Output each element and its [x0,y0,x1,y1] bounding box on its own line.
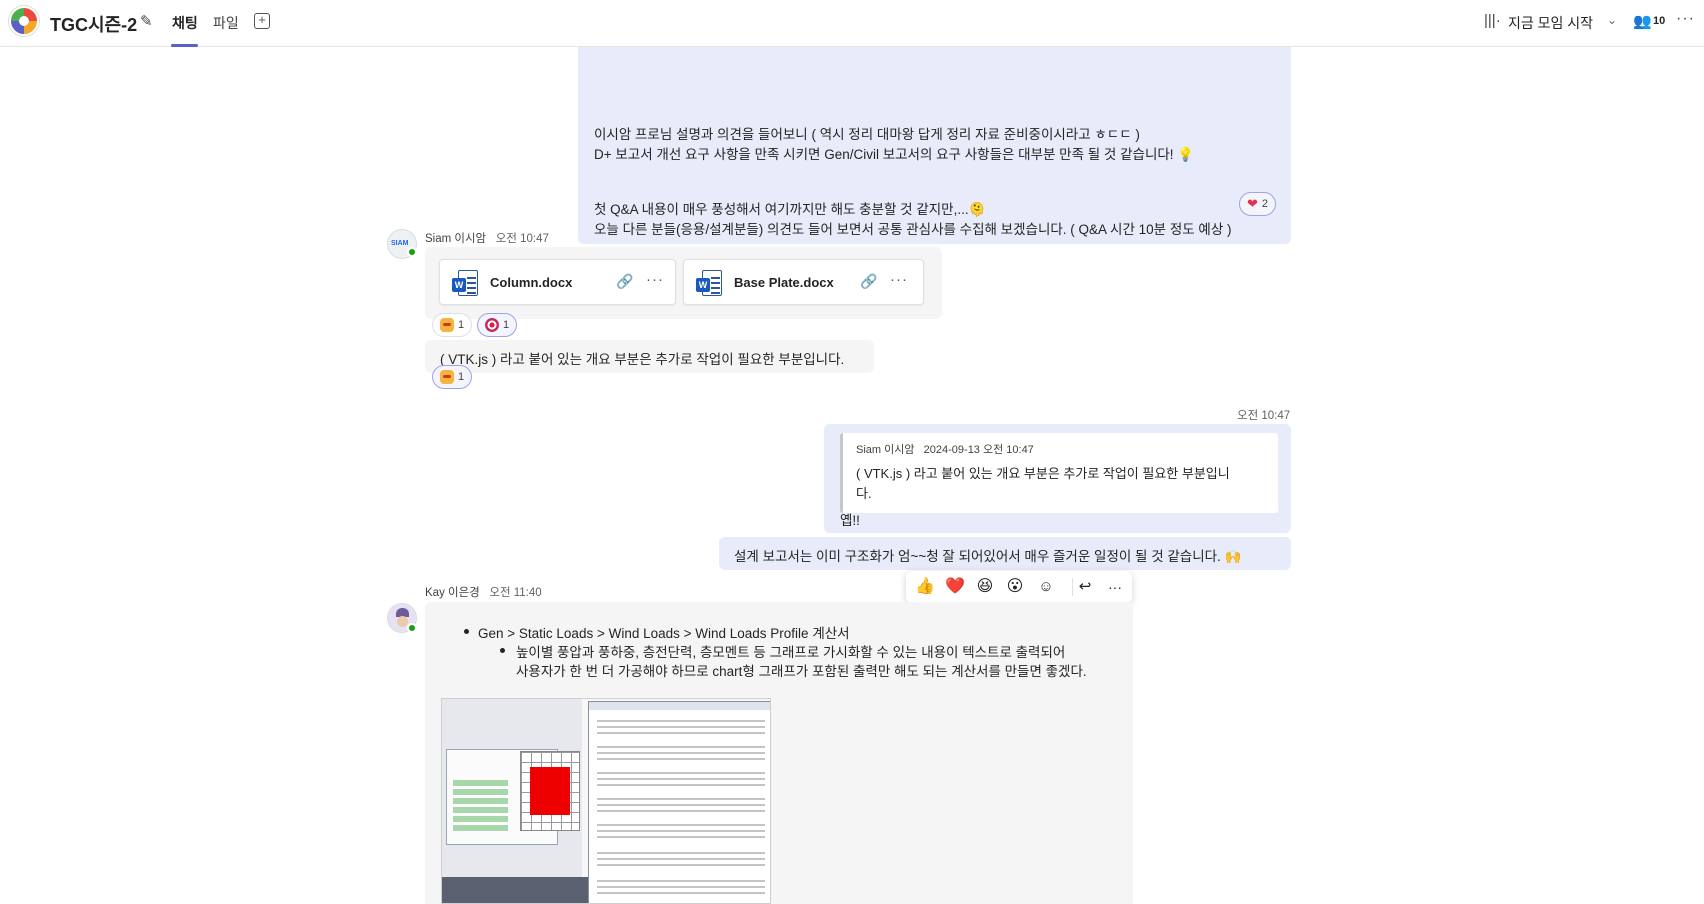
link-icon[interactable]: 🔗 [860,273,877,290]
surprised-reaction-button[interactable]: 😮 [1004,576,1026,598]
reaction-cat[interactable]: 1 [432,365,473,389]
file-card[interactable]: W Base Plate.docx 🔗 ··· [683,259,924,305]
link-icon[interactable]: 🔗 [616,273,633,290]
bullet-point [464,629,469,634]
channel-header: TGC시즌-2 ✎ 채팅 파일 + |||· 지금 모임 시작 ⌄ 👥 10 ·… [0,0,1704,47]
thumbs-up-reaction-button[interactable]: 👍 [914,576,936,598]
participants-icon[interactable]: 👥 [1633,12,1652,30]
participants-count[interactable]: 10 [1653,15,1665,27]
message-bubble-self[interactable]: 설계 보고서는 이미 구조화가 엄~~청 잘 되어있어서 매우 즐거운 일정이 … [719,537,1291,570]
heart-icon: ❤ [1247,196,1258,211]
heart-reaction-button[interactable]: ❤️ [944,576,966,598]
quote-text: ( VTK.js ) 라고 붙어 있는 개요 부분은 추가로 작업이 필요한 부… [856,466,1230,481]
chat-pane: 이시암 프로님 설명과 의견을 들어보니 ( 역시 정리 대마왕 답게 정리 자… [0,47,1704,904]
message-line: 이시암 프로님 설명과 의견을 들어보니 ( 역시 정리 대마왕 답게 정리 자… [594,127,1140,142]
file-name[interactable]: Base Plate.docx [734,275,834,290]
screenshot-bottom-bar [442,877,588,903]
message-meta: Siam 이시암 오전 10:47 [425,230,549,246]
presence-available-icon [407,623,417,633]
channel-title[interactable]: TGC시즌-2 [50,11,137,37]
timestamp: 오전 10:47 [495,233,549,245]
list-item: 높이별 풍압과 풍하중, 층전단력, 층모멘트 등 그래프로 가시화할 수 있는… [516,645,1066,660]
message-line: 첫 Q&A 내용이 매우 풍성해서 여기까지만 해도 충분할 것 같지만,...… [594,202,986,217]
meet-now-icon[interactable]: |||· [1484,12,1501,29]
more-options-icon[interactable]: ··· [1676,10,1695,28]
message-meta: Kay 이은경 오전 11:40 [425,584,542,600]
reaction-count: 1 [503,319,510,331]
author-name[interactable]: Siam 이시암 [425,233,486,245]
word-icon: W [696,270,722,296]
quote-text: 다. [856,486,872,501]
bullet-point [500,648,505,653]
add-reaction-icon[interactable]: ☺ [1035,576,1057,598]
message-text: ( VTK.js ) 라고 붙어 있는 개요 부분은 추가로 작업이 필요한 부… [440,352,845,367]
tab-chat[interactable]: 채팅 [172,13,198,33]
list-item-continuation: 사용자가 한 번 더 가공해야 하므로 chart형 그래프가 포함된 출력만 … [516,664,1087,679]
reaction-count: 1 [458,371,465,383]
more-icon[interactable]: ··· [1104,576,1126,598]
presence-available-icon [407,247,417,257]
reaction-count: 2 [1261,198,1269,210]
message-bubble[interactable]: W Column.docx 🔗 ··· W Base Plate.docx 🔗 … [425,247,942,319]
laugh-reaction-button[interactable]: 😆 [974,576,996,598]
reaction-target[interactable]: 1 [477,313,518,337]
word-icon: W [452,270,478,296]
quote-author: Siam 이시암 [856,444,915,456]
quote-meta: Siam 이시암 2024-09-13 오전 10:47 [856,441,1034,457]
file-name[interactable]: Column.docx [490,275,572,290]
timestamp: 오전 11:40 [489,587,542,599]
message-bubble-self[interactable]: 이시암 프로님 설명과 의견을 들어보니 ( 역시 정리 대마왕 답게 정리 자… [578,47,1291,244]
reaction-heart[interactable]: ❤ 2 [1239,192,1277,216]
list-item: Gen > Static Loads > Wind Loads > Wind L… [478,626,850,641]
reaction-cat[interactable]: 1 [432,313,473,337]
toolbar-divider [1072,578,1073,596]
tab-files[interactable]: 파일 [213,13,239,33]
reply-icon[interactable]: ↩ [1074,576,1096,598]
message-text: 설계 보고서는 이미 구조화가 엄~~청 잘 되어있어서 매우 즐거운 일정이 … [734,549,1242,564]
cat-emoji-icon [440,318,454,332]
more-icon[interactable]: ··· [646,271,664,288]
target-emoji-icon [485,318,499,332]
attached-screenshot-image[interactable] [441,698,771,904]
file-card[interactable]: W Column.docx 🔗 ··· [439,259,676,305]
message-line: D+ 보고서 개선 요구 사항을 만족 시키면 Gen/Civil 보고서의 요… [594,147,1195,162]
quoted-message[interactable]: Siam 이시암 2024-09-13 오전 10:47 ( VTK.js ) … [840,433,1278,513]
chevron-down-icon[interactable]: ⌄ [1607,13,1617,27]
message-hover-toolbar: 👍 ❤️ 😆 😮 ☺ ↩ ··· [906,571,1132,603]
screenshot-text-window [588,701,770,903]
screenshot-red-block [530,767,570,815]
timestamp: 오전 10:47 [1237,410,1291,422]
author-name[interactable]: Kay 이은경 [425,587,480,599]
add-tab-icon[interactable]: + [254,13,270,29]
message-line: 오늘 다른 분들(응용/설계분들) 의견도 들어 보면서 공통 관심사를 수집해… [594,222,1232,237]
edit-icon[interactable]: ✎ [140,12,158,30]
quote-timestamp: 2024-09-13 오전 10:47 [923,444,1034,456]
reaction-count: 1 [458,319,465,331]
channel-avatar[interactable] [9,6,39,36]
cat-emoji-icon [440,370,454,384]
message-bubble[interactable]: ( VTK.js ) 라고 붙어 있는 개요 부분은 추가로 작업이 필요한 부… [425,340,874,373]
meet-now-button[interactable]: 지금 모임 시작 [1508,13,1593,33]
more-icon[interactable]: ··· [890,271,908,288]
